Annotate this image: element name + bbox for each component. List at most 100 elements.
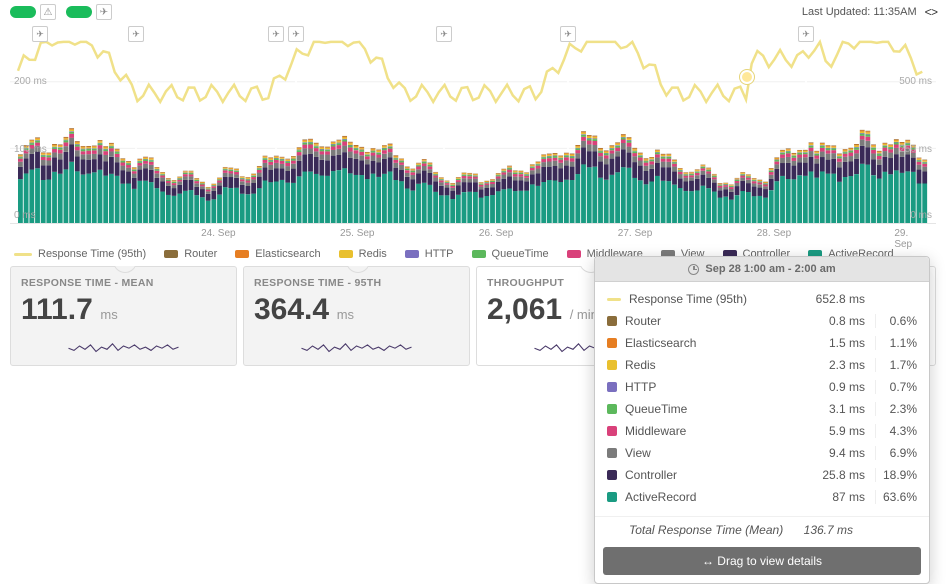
- swatch-icon: [607, 448, 617, 458]
- swatch-redis: [339, 250, 353, 258]
- row-value: 1.5 ms: [805, 336, 875, 350]
- sparkline: [254, 335, 459, 357]
- row-pct: 1.1%: [875, 336, 929, 350]
- row-value: 9.4 ms: [805, 446, 875, 460]
- tooltip-row-http: HTTP0.9 ms0.7%: [595, 376, 929, 398]
- row-name: Elasticsearch: [625, 336, 805, 350]
- drag-to-view-details-button[interactable]: ↔ Drag to view details: [603, 547, 921, 575]
- row-value: 0.9 ms: [805, 380, 875, 394]
- row-pct: 4.3%: [875, 424, 929, 438]
- tooltip-row-router: Router0.8 ms0.6%: [595, 310, 929, 332]
- legend-item-queuetime[interactable]: QueueTime: [472, 248, 549, 260]
- tooltip-total-value: 136.7 ms: [785, 523, 863, 537]
- row-name: ActiveRecord: [625, 490, 805, 504]
- tooltip-title: Sep 28 1:00 am - 2:00 am: [705, 263, 835, 275]
- x-tick: 25. Sep: [340, 228, 374, 239]
- swatch-http: [405, 250, 419, 258]
- row-name: Response Time (95th): [629, 292, 805, 306]
- row-name: Redis: [625, 358, 805, 372]
- deploy-marker-icon[interactable]: ✈: [128, 26, 144, 42]
- summary-card-response-time-mean[interactable]: RESPONSE TIME - MEAN 111.7 ms: [10, 266, 237, 366]
- swatch-icon: [607, 316, 617, 326]
- card-label: RESPONSE TIME - 95TH: [254, 277, 459, 289]
- legend-label: Redis: [359, 248, 387, 260]
- y-left-100: 100 ms: [14, 144, 47, 155]
- prev-next-arrows[interactable]: < >: [925, 5, 936, 19]
- y-left-0: 0 ms: [14, 210, 36, 221]
- legend-item-http[interactable]: HTTP: [405, 248, 454, 260]
- row-name: Router: [625, 314, 805, 328]
- legend-label: Elasticsearch: [255, 248, 320, 260]
- rocket-icon: ✈: [96, 4, 112, 20]
- row-name: HTTP: [625, 380, 805, 394]
- card-value: 2,061: [487, 293, 562, 326]
- top-bar: ⚠ ✈ Last Updated: 11:35AM < >: [0, 0, 946, 22]
- tooltip-row-response_time_95th: Response Time (95th)652.8 ms: [595, 288, 929, 310]
- y-left-200: 200 ms: [14, 76, 47, 87]
- chart-svg: [10, 24, 936, 223]
- status-pill-1[interactable]: ⚠: [10, 4, 56, 20]
- status-pill-2[interactable]: ✈: [66, 4, 112, 20]
- hover-tooltip: Sep 28 1:00 am - 2:00 am Response Time (…: [594, 256, 930, 584]
- swatch-icon: [607, 492, 617, 502]
- legend-item-elasticsearch[interactable]: Elasticsearch: [235, 248, 320, 260]
- x-tick: 28. Sep: [757, 228, 791, 239]
- swatch-queuetime: [472, 250, 486, 258]
- legend-item-redis[interactable]: Redis: [339, 248, 387, 260]
- tooltip-row-middleware: Middleware5.9 ms4.3%: [595, 420, 929, 442]
- summary-card-response-time-95th[interactable]: RESPONSE TIME - 95TH 364.4 ms: [243, 266, 470, 366]
- row-value: 5.9 ms: [805, 424, 875, 438]
- card-value: 364.4: [254, 293, 329, 326]
- clock-icon: [688, 264, 699, 275]
- card-unit: ms: [333, 307, 354, 322]
- swatch-response_time_95th: [14, 253, 32, 256]
- row-value: 0.8 ms: [805, 314, 875, 328]
- legend-label: QueueTime: [492, 248, 549, 260]
- tooltip-header: Sep 28 1:00 am - 2:00 am: [595, 257, 929, 282]
- swatch-elasticsearch: [235, 250, 249, 258]
- swatch-icon: [607, 298, 621, 301]
- x-tick: 29. Sep: [894, 228, 922, 250]
- legend-item-response_time_95th[interactable]: Response Time (95th): [14, 248, 146, 260]
- row-pct: 0.6%: [875, 314, 929, 328]
- legend-item-router[interactable]: Router: [164, 248, 217, 260]
- card-value: 111.7: [21, 293, 93, 326]
- legend-label: Response Time (95th): [38, 248, 146, 260]
- deploy-marker-icon[interactable]: ✈: [436, 26, 452, 42]
- swatch-icon: [607, 404, 617, 414]
- deploy-marker-icon[interactable]: ✈: [268, 26, 284, 42]
- swatch-icon: [607, 360, 617, 370]
- deploy-marker-icon[interactable]: ✈: [798, 26, 814, 42]
- deploy-marker-icon[interactable]: ✈: [288, 26, 304, 42]
- row-pct: 1.7%: [875, 358, 929, 372]
- row-name: Middleware: [625, 424, 805, 438]
- row-pct: 63.6%: [875, 490, 929, 504]
- tooltip-row-redis: Redis2.3 ms1.7%: [595, 354, 929, 376]
- row-value: 2.3 ms: [805, 358, 875, 372]
- tooltip-row-controller: Controller25.8 ms18.9%: [595, 464, 929, 486]
- swatch-icon: [607, 338, 617, 348]
- tooltip-body: Response Time (95th)652.8 msRouter0.8 ms…: [595, 282, 929, 514]
- row-value: 652.8 ms: [805, 292, 875, 306]
- row-name: View: [625, 446, 805, 460]
- row-value: 3.1 ms: [805, 402, 875, 416]
- swatch-icon: [607, 470, 617, 480]
- row-pct: 2.3%: [875, 402, 929, 416]
- row-value: 87 ms: [805, 490, 875, 504]
- tooltip-row-queuetime: QueueTime3.1 ms2.3%: [595, 398, 929, 420]
- y-right-0: 0 ms: [910, 210, 932, 221]
- row-name: Controller: [625, 468, 805, 482]
- row-value: 25.8 ms: [805, 468, 875, 482]
- swatch-icon: [607, 382, 617, 392]
- y-right-500: 500 ms: [899, 76, 932, 87]
- swatch-router: [164, 250, 178, 258]
- tooltip-total-label: Total Response Time (Mean): [629, 523, 785, 537]
- deploy-marker-icon[interactable]: ✈: [32, 26, 48, 42]
- swatch-middleware: [567, 250, 581, 258]
- sparkline: [21, 335, 226, 357]
- row-pct: 0.7%: [875, 380, 929, 394]
- timeseries-chart[interactable]: 200 ms 100 ms 0 ms 500 ms 250 ms 0 ms ✈ …: [10, 24, 936, 224]
- deploy-marker-icon[interactable]: ✈: [560, 26, 576, 42]
- x-tick: 26. Sep: [479, 228, 513, 239]
- row-pct: 18.9%: [875, 468, 929, 482]
